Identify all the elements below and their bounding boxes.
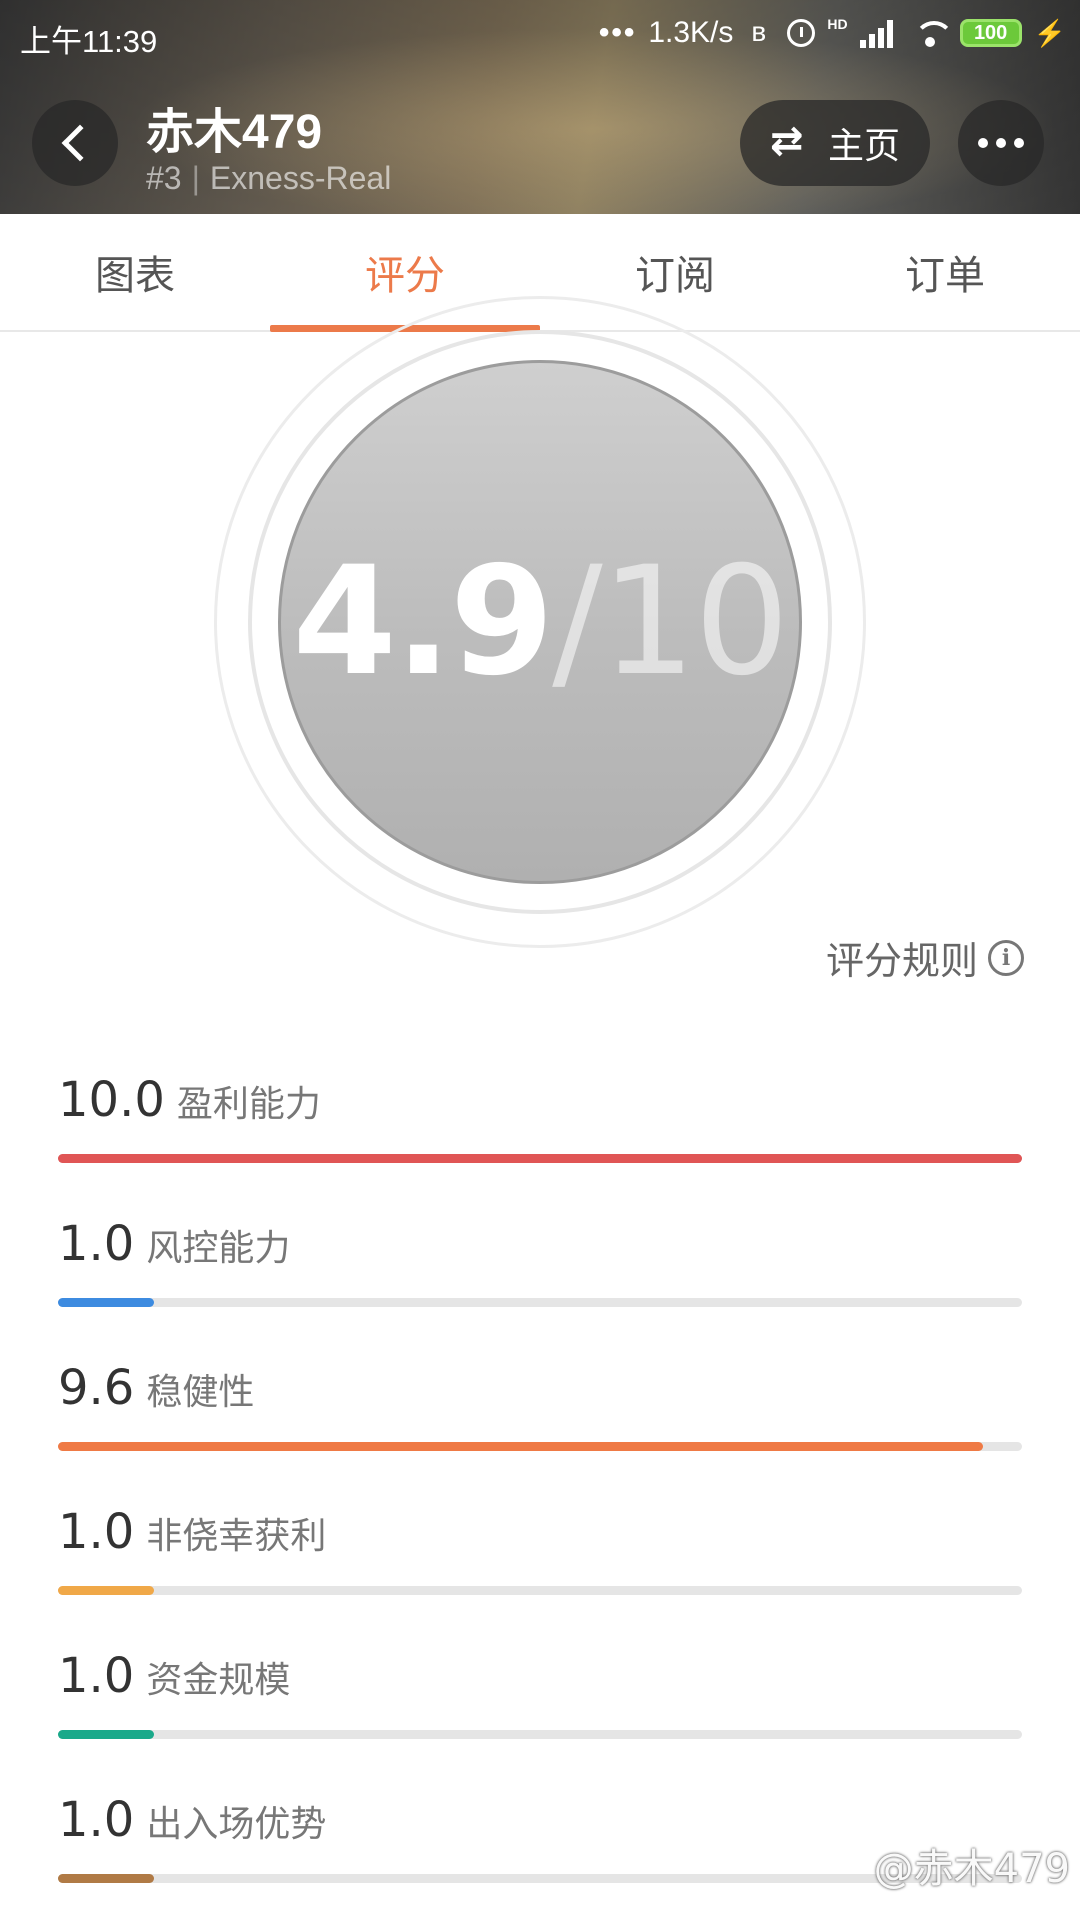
info-icon: i	[988, 939, 1024, 976]
chevron-left-icon	[61, 124, 99, 162]
page-title: 赤木479	[146, 106, 323, 159]
back-button[interactable]	[32, 100, 118, 186]
status-time: 上午11:39	[20, 24, 158, 59]
status-bar: 上午11:39 ••• 1.3K/s HD 100 ⚡	[0, 0, 1080, 70]
network-speed: 1.3K/s	[648, 16, 734, 49]
metric-value: 1.0	[58, 1648, 135, 1704]
more-dot	[1014, 138, 1024, 148]
status-icons: ••• 1.3K/s HD 100 ⚡	[599, 16, 1066, 50]
metric-line: 1.0 风控能力	[58, 1216, 1022, 1272]
metric-line: 9.6 稳健性	[58, 1360, 1022, 1416]
score-disc: 4.9/10	[278, 360, 802, 884]
metric-bar-fill	[58, 1874, 155, 1883]
metric-line: 1.0 非侥幸获利	[58, 1504, 1022, 1560]
wifi-icon	[912, 19, 954, 47]
metric-value: 10.0	[58, 1072, 165, 1128]
rank-label: #3	[146, 160, 182, 196]
score-slash: /	[552, 535, 603, 709]
alarm-icon	[787, 19, 816, 47]
scoring-rules-label: 评分规则	[825, 939, 978, 983]
swap-icon	[770, 118, 810, 164]
watermark: @赤木479	[873, 1846, 1070, 1892]
subtitle: #3 | Exness-Real	[146, 160, 391, 197]
header: 上午11:39 ••• 1.3K/s HD 100 ⚡ 赤木479 #3 | E…	[0, 0, 1080, 214]
metric-row: 10.0 盈利能力	[58, 1072, 1022, 1163]
metric-value: 1.0	[58, 1792, 135, 1848]
bluetooth-icon	[745, 16, 775, 48]
more-notifications-icon: •••	[598, 16, 637, 49]
metric-bar-track	[58, 1154, 1022, 1163]
battery-icon: 100	[959, 19, 1022, 47]
metric-label: 稳健性	[146, 1372, 255, 1413]
score-text: 4.9/10	[292, 535, 790, 709]
metric-bar-fill	[58, 1730, 155, 1739]
scoring-rules-link[interactable]: 评分规则 i	[826, 930, 1024, 985]
metric-line: 10.0 盈利能力	[58, 1072, 1022, 1128]
charging-icon: ⚡	[1033, 17, 1066, 48]
metric-bar-track	[58, 1730, 1022, 1739]
metric-bar-track	[58, 1298, 1022, 1307]
score-circle: 4.9/10	[214, 296, 866, 948]
metric-bar-track	[58, 1442, 1022, 1451]
metric-value: 1.0	[58, 1216, 135, 1272]
metric-row: 1.0 非侥幸获利	[58, 1504, 1022, 1595]
home-button[interactable]: 主页	[740, 100, 930, 186]
metric-line: 1.0 资金规模	[58, 1648, 1022, 1704]
signal-icon	[859, 18, 900, 48]
more-dot	[996, 138, 1006, 148]
network-badge: HD	[827, 16, 848, 32]
metric-label: 资金规模	[146, 1660, 291, 1701]
metric-value: 9.6	[58, 1360, 135, 1416]
separator: |	[191, 160, 200, 196]
metric-bar-fill	[58, 1298, 155, 1307]
metric-bar-track	[58, 1586, 1022, 1595]
metric-row: 1.0 资金规模	[58, 1648, 1022, 1739]
more-dot	[978, 138, 988, 148]
metric-row: 9.6 稳健性	[58, 1360, 1022, 1451]
metric-bar-fill	[58, 1442, 984, 1451]
metric-label: 出入场优势	[146, 1804, 327, 1845]
metric-bar-fill	[58, 1154, 1022, 1163]
metric-row: 1.0 风控能力	[58, 1216, 1022, 1307]
metric-label: 盈利能力	[176, 1084, 321, 1125]
account-label: Exness-Real	[209, 160, 392, 196]
metric-value: 1.0	[58, 1504, 135, 1560]
metric-label: 非侥幸获利	[146, 1516, 327, 1557]
metric-bar-fill	[58, 1586, 155, 1595]
metric-label: 风控能力	[146, 1228, 291, 1269]
more-button[interactable]	[958, 100, 1044, 186]
score-max: 10	[600, 535, 790, 709]
home-button-label: 主页	[827, 126, 900, 167]
score-value: 4.9	[292, 535, 554, 709]
